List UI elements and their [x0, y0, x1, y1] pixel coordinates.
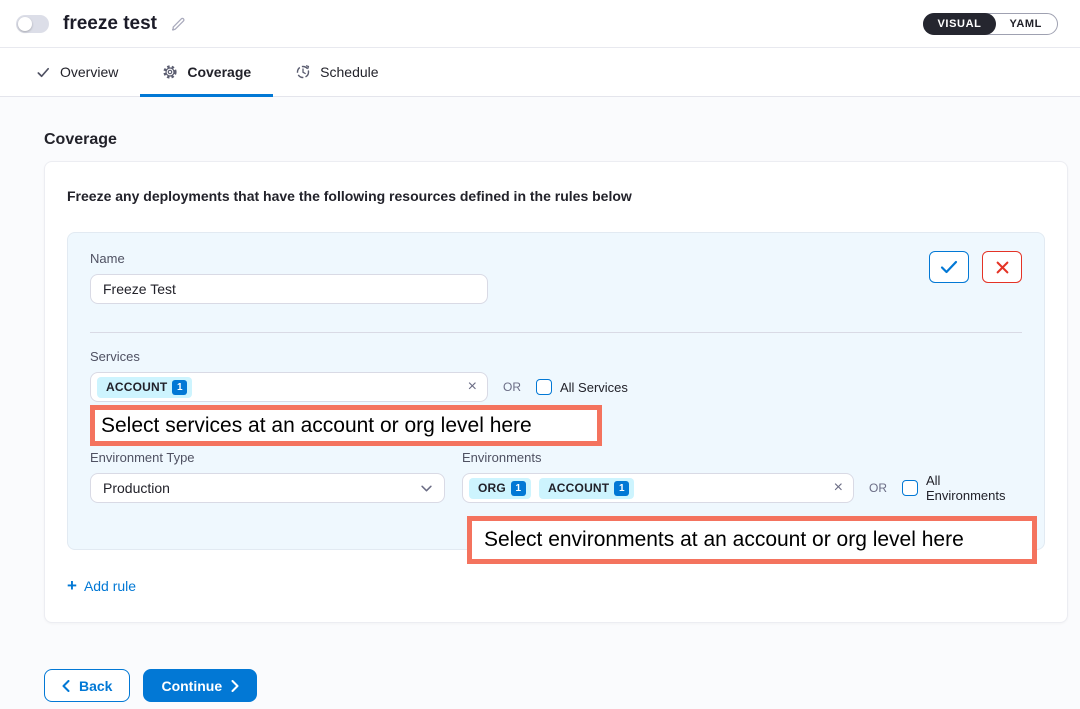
add-rule-label: Add rule — [84, 578, 136, 594]
tab-bar: Overview Coverage Schedule — [0, 48, 1080, 97]
gear-icon — [162, 64, 178, 80]
rule-panel: Name — [67, 232, 1045, 550]
environment-type-label: Environment Type — [90, 450, 445, 465]
services-clear-icon[interactable]: × — [468, 379, 477, 395]
tab-overview-label: Overview — [60, 64, 118, 80]
chevron-right-icon — [231, 680, 239, 692]
environment-row: Environment Type Production Environments… — [90, 450, 1022, 503]
environments-annotation: Select environments at an account or org… — [467, 516, 1037, 564]
environment-type-group: Environment Type Production — [90, 450, 445, 503]
tag-text: ACCOUNT — [106, 380, 167, 394]
environments-tag-input[interactable]: ORG 1 ACCOUNT 1 × — [462, 473, 854, 503]
visual-yaml-switch: VISUAL YAML — [923, 13, 1059, 35]
tag-text: ACCOUNT — [548, 481, 609, 495]
services-label: Services — [90, 349, 1022, 364]
environment-type-value: Production — [103, 480, 170, 496]
header: freeze test VISUAL YAML — [0, 0, 1080, 48]
environments-label: Environments — [462, 450, 1022, 465]
services-annotation: Select services at an account or org lev… — [90, 405, 602, 446]
tag-count-badge: 1 — [511, 481, 526, 496]
check-icon — [940, 260, 958, 274]
back-button-label: Back — [79, 678, 112, 694]
tab-overview[interactable]: Overview — [14, 48, 140, 96]
tab-schedule-label: Schedule — [320, 64, 378, 80]
edit-title-pencil-icon[interactable] — [170, 15, 187, 32]
freeze-enable-toggle[interactable] — [16, 15, 49, 33]
add-rule-button[interactable]: + Add rule — [67, 577, 136, 594]
chevron-left-icon — [62, 680, 70, 692]
card-intro-text: Freeze any deployments that have the fol… — [67, 188, 1045, 204]
tag-count-badge: 1 — [614, 481, 629, 496]
services-tag-account[interactable]: ACCOUNT 1 — [97, 377, 192, 398]
coverage-heading: Coverage — [44, 131, 1036, 149]
chevron-down-icon — [421, 485, 432, 492]
plus-icon: + — [67, 577, 77, 594]
services-tag-input[interactable]: ACCOUNT 1 × — [90, 372, 488, 402]
environments-tag-org[interactable]: ORG 1 — [469, 478, 531, 499]
confirm-rule-button[interactable] — [929, 251, 969, 283]
name-field-group: Name — [90, 251, 488, 304]
main-content: Coverage Freeze any deployments that hav… — [0, 131, 1080, 623]
services-field-group: Services ACCOUNT 1 × OR All Services — [90, 349, 1022, 402]
environments-tag-account[interactable]: ACCOUNT 1 — [539, 478, 634, 499]
environments-group: Environments ORG 1 ACCOUNT 1 — [462, 450, 1022, 503]
coverage-card: Freeze any deployments that have the fol… — [44, 161, 1068, 623]
environment-type-select[interactable]: Production — [90, 473, 445, 503]
tab-schedule[interactable]: Schedule — [273, 48, 400, 96]
name-input[interactable] — [90, 274, 488, 304]
schedule-icon — [295, 64, 311, 80]
cancel-rule-button[interactable] — [982, 251, 1022, 283]
continue-button[interactable]: Continue — [143, 669, 257, 702]
back-button[interactable]: Back — [44, 669, 130, 702]
all-services-checkbox[interactable] — [536, 379, 552, 395]
tag-text: ORG — [478, 481, 506, 495]
footer-actions: Back Continue — [0, 669, 1080, 702]
yaml-mode-button[interactable]: YAML — [996, 14, 1057, 34]
visual-mode-button[interactable]: VISUAL — [923, 13, 997, 35]
check-icon — [36, 65, 51, 80]
page-title: freeze test — [63, 13, 157, 35]
all-environments-checkbox[interactable] — [902, 480, 918, 496]
tag-count-badge: 1 — [172, 380, 187, 395]
environments-clear-icon[interactable]: × — [834, 480, 843, 496]
environments-or-label: OR — [869, 481, 887, 495]
continue-button-label: Continue — [161, 678, 222, 694]
toggle-knob — [18, 17, 32, 31]
tab-coverage[interactable]: Coverage — [140, 48, 273, 96]
all-environments-label: All Environments — [926, 473, 1022, 503]
close-icon — [996, 261, 1009, 274]
all-services-label: All Services — [560, 380, 628, 395]
name-label: Name — [90, 251, 488, 266]
tab-coverage-label: Coverage — [187, 64, 251, 80]
services-or-label: OR — [503, 380, 521, 394]
rule-divider — [90, 332, 1022, 333]
